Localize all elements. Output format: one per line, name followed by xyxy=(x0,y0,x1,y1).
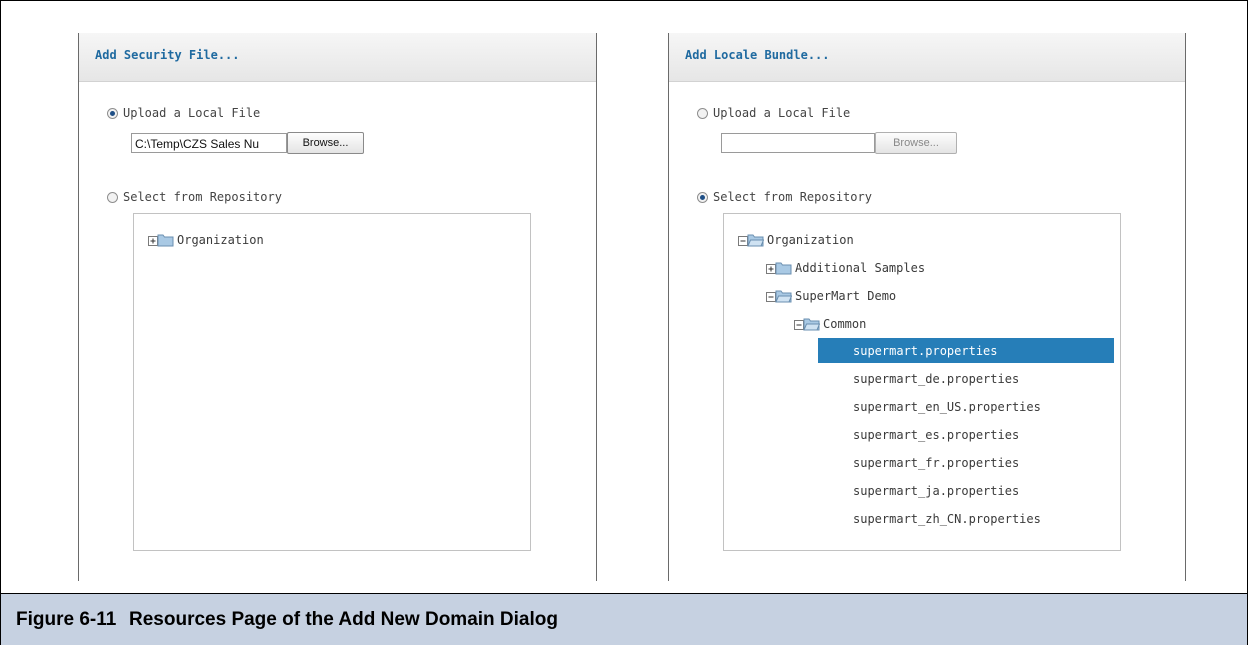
repository-radio-button[interactable] xyxy=(107,191,118,203)
upload-radio-button[interactable] xyxy=(107,107,118,119)
tree-file-supermart-zh-cn-properties[interactable]: supermart_zh_CN.properties xyxy=(818,506,1114,531)
figure-number: Figure 6-11 xyxy=(16,608,117,630)
repository-radio-button[interactable] xyxy=(697,191,708,203)
tree-node-label: SuperMart Demo xyxy=(795,289,897,303)
tree-node-label: Additional Samples xyxy=(795,261,926,275)
security-browse-button[interactable]: Browse... xyxy=(287,132,364,154)
locale-repository-tree[interactable]: Organization Additional Samples SuperMar… xyxy=(723,213,1121,551)
figure-title: Resources Page of the Add New Domain Dia… xyxy=(129,608,558,630)
folder-collapsed-icon[interactable] xyxy=(148,233,174,247)
locale-repository-option[interactable]: Select from Repository xyxy=(697,189,872,205)
locale-file-path-input[interactable] xyxy=(721,133,875,153)
tree-node-additional-samples[interactable]: Additional Samples xyxy=(766,258,925,278)
locale-bundle-panel: Add Locale Bundle... Upload a Local File… xyxy=(668,33,1186,581)
figure-caption: Figure 6-11 Resources Page of the Add Ne… xyxy=(1,593,1247,645)
upload-option-label: Upload a Local File xyxy=(713,106,851,120)
security-upload-option[interactable]: Upload a Local File xyxy=(107,105,260,121)
locale-panel-header: Add Locale Bundle... xyxy=(669,33,1185,82)
folder-collapsed-icon[interactable] xyxy=(766,261,792,275)
locale-browse-button[interactable]: Browse... xyxy=(875,132,957,154)
folder-expanded-icon[interactable] xyxy=(766,289,792,303)
tree-node-label: Organization xyxy=(177,233,264,247)
locale-panel-title: Add Locale Bundle... xyxy=(685,48,830,62)
tree-node-common[interactable]: Common xyxy=(794,314,866,334)
security-repository-option[interactable]: Select from Repository xyxy=(107,189,282,205)
upload-radio-button[interactable] xyxy=(697,107,708,119)
tree-node-supermart-demo[interactable]: SuperMart Demo xyxy=(766,286,896,306)
tree-file-supermart-en-us-properties[interactable]: supermart_en_US.properties xyxy=(818,394,1114,419)
tree-node-organization[interactable]: Organization xyxy=(148,230,264,250)
tree-file-supermart-de-properties[interactable]: supermart_de.properties xyxy=(818,366,1114,391)
security-file-path-input[interactable]: C:\Temp\CZS Sales Nu xyxy=(131,133,287,153)
locale-upload-option[interactable]: Upload a Local File xyxy=(697,105,850,121)
repository-option-label: Select from Repository xyxy=(123,190,282,204)
repository-option-label: Select from Repository xyxy=(713,190,872,204)
security-panel-header: Add Security File... xyxy=(79,33,596,82)
security-repository-tree[interactable]: Organization xyxy=(133,213,531,551)
upload-option-label: Upload a Local File xyxy=(123,106,261,120)
tree-node-label: Common xyxy=(823,317,867,331)
tree-file-supermart-ja-properties[interactable]: supermart_ja.properties xyxy=(818,478,1114,503)
security-file-panel: Add Security File... Upload a Local File… xyxy=(78,33,597,581)
tree-file-supermart-properties[interactable]: supermart.properties xyxy=(818,338,1114,363)
tree-node-organization[interactable]: Organization xyxy=(738,230,854,250)
tree-file-supermart-es-properties[interactable]: supermart_es.properties xyxy=(818,422,1114,447)
figure-frame: Add Security File... Upload a Local File… xyxy=(0,0,1248,645)
tree-node-label: Organization xyxy=(767,233,854,247)
tree-file-supermart-fr-properties[interactable]: supermart_fr.properties xyxy=(818,450,1114,475)
security-panel-title: Add Security File... xyxy=(95,48,240,62)
folder-expanded-icon[interactable] xyxy=(738,233,764,247)
folder-expanded-icon[interactable] xyxy=(794,317,820,331)
